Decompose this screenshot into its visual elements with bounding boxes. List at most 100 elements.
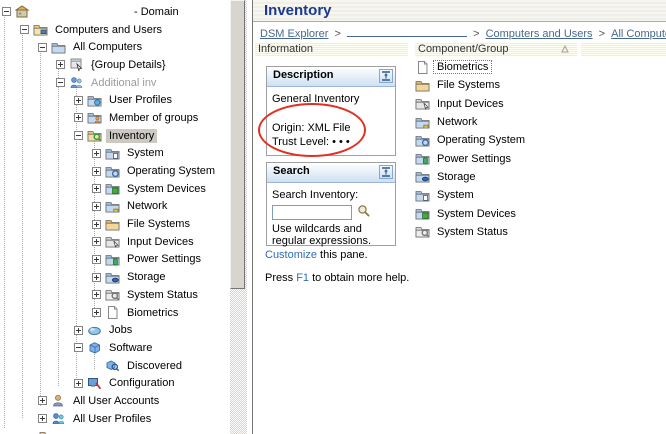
tree-item[interactable]: Biometrics: [0, 304, 230, 322]
tree-item-label[interactable]: All User Profiles: [70, 412, 154, 426]
tree-expander-minus-icon[interactable]: [2, 7, 11, 17]
tree-expander-minus-icon[interactable]: [74, 131, 83, 141]
tree-item-label[interactable]: Biometrics: [124, 306, 181, 320]
help-f1-link[interactable]: F1: [296, 272, 309, 284]
tree-expander-minus-icon[interactable]: [74, 343, 83, 353]
list-item-label[interactable]: Network: [433, 115, 481, 129]
tree-expander-plus-icon[interactable]: [74, 113, 83, 123]
tree-item-label[interactable]: System Devices: [124, 182, 209, 196]
tree-item-label[interactable]: - Domain: [131, 5, 182, 19]
customize-link[interactable]: Customize: [265, 249, 317, 261]
collapse-pane-button[interactable]: [379, 69, 393, 83]
list-item-label[interactable]: Input Devices: [433, 97, 508, 111]
search-magnifier-icon[interactable]: [357, 204, 370, 221]
tree-item[interactable]: Discovered: [0, 357, 230, 375]
tree-item-label[interactable]: All User Accounts: [70, 394, 162, 408]
component-group-column-header[interactable]: Component/Group: [415, 42, 577, 57]
tree-item-label[interactable]: Discovered: [124, 359, 185, 373]
tree-item[interactable]: Network: [0, 198, 230, 216]
list-item-label[interactable]: Storage: [433, 170, 480, 184]
tree-item[interactable]: {Group Details}: [0, 56, 230, 74]
tree-expander-plus-icon[interactable]: [92, 290, 101, 300]
list-item[interactable]: System: [415, 186, 615, 204]
tree-expander-plus-icon[interactable]: [92, 308, 101, 318]
tree-item-label[interactable]: Member of groups: [106, 111, 201, 125]
tree-expander-plus-icon[interactable]: [92, 166, 101, 176]
tree-expander-plus-icon[interactable]: [92, 272, 101, 282]
tree-expander-plus-icon[interactable]: [92, 219, 101, 229]
tree-item[interactable]: File Systems: [0, 215, 230, 233]
tree-item-label[interactable]: Storage: [124, 270, 169, 284]
tree-item[interactable]: Jobs: [0, 321, 230, 339]
tree-scrollbar-thumb[interactable]: [230, 0, 245, 289]
collapse-pane-button[interactable]: [379, 165, 393, 179]
tree-item[interactable]: All Computers: [0, 38, 230, 56]
list-item[interactable]: Storage: [415, 168, 615, 186]
list-item-label[interactable]: Operating System: [433, 133, 529, 147]
breadcrumb-link[interactable]: All Computers: [611, 28, 666, 40]
breadcrumb-link-blank[interactable]: [347, 25, 468, 37]
tree-item[interactable]: [0, 428, 230, 434]
tree-item[interactable]: Configuration: [0, 374, 230, 392]
tree-item[interactable]: Inventory: [0, 127, 230, 145]
tree-item-label[interactable]: All Computers: [70, 40, 145, 54]
tree-item-label[interactable]: Power Settings: [124, 252, 204, 266]
list-item[interactable]: Power Settings: [415, 149, 615, 167]
tree-item-label[interactable]: Input Devices: [124, 235, 197, 249]
tree-item[interactable]: System Devices: [0, 180, 230, 198]
tree-item-label[interactable]: Software: [106, 341, 155, 355]
list-item-label[interactable]: Power Settings: [433, 152, 515, 166]
tree-item-label[interactable]: System: [124, 146, 167, 160]
tree-item[interactable]: - Domain: [0, 3, 230, 21]
search-input[interactable]: [272, 205, 352, 220]
list-item-label[interactable]: File Systems: [433, 78, 504, 92]
tree-item-label[interactable]: Operating System: [124, 164, 218, 178]
tree-item-label[interactable]: Computers and Users: [52, 23, 165, 37]
tree-item[interactable]: All User Profiles: [0, 410, 230, 428]
tree-item[interactable]: All User Accounts: [0, 392, 230, 410]
tree-item-label[interactable]: Additional inv: [88, 76, 159, 90]
tree-item[interactable]: Computers and Users: [0, 21, 230, 39]
tree-item[interactable]: Software: [0, 339, 230, 357]
tree-expander-plus-icon[interactable]: [92, 237, 101, 247]
tree-item[interactable]: User Profiles: [0, 91, 230, 109]
list-item-label[interactable]: System: [433, 188, 478, 202]
tree-item-label[interactable]: System Status: [124, 288, 201, 302]
tree-expander-plus-icon[interactable]: [74, 95, 83, 105]
tree-expander-plus-icon[interactable]: [56, 60, 65, 70]
tree-expander-minus-icon[interactable]: [20, 25, 29, 35]
tree-expander-plus-icon[interactable]: [92, 148, 101, 158]
list-item[interactable]: File Systems: [415, 76, 615, 94]
tree-expander-plus-icon[interactable]: [92, 184, 101, 194]
information-column-header[interactable]: Information: [255, 42, 408, 57]
tree-item-label[interactable]: Configuration: [106, 376, 177, 390]
breadcrumb-link[interactable]: Computers and Users: [486, 28, 593, 40]
tree-item-label[interactable]: Jobs: [106, 323, 135, 337]
tree-scrollbar[interactable]: [230, 0, 247, 434]
tree-item[interactable]: Storage: [0, 268, 230, 286]
tree-item[interactable]: Operating System: [0, 162, 230, 180]
tree-item-label[interactable]: {Group Details}: [88, 58, 169, 72]
tree-expander-plus-icon[interactable]: [38, 414, 47, 424]
tree-expander-plus-icon[interactable]: [74, 325, 83, 335]
list-item[interactable]: Operating System: [415, 131, 615, 149]
tree-item-label[interactable]: User Profiles: [106, 93, 175, 107]
tree-item[interactable]: Power Settings: [0, 251, 230, 269]
tree-item[interactable]: Member of groups: [0, 109, 230, 127]
empty-column-header[interactable]: [581, 42, 666, 57]
list-item[interactable]: System Devices: [415, 204, 615, 222]
list-item[interactable]: Biometrics: [415, 58, 615, 76]
tree-expander-minus-icon[interactable]: [38, 42, 47, 52]
list-item-label[interactable]: System Status: [433, 225, 512, 239]
tree-item[interactable]: Input Devices: [0, 233, 230, 251]
tree-item-label[interactable]: Network: [124, 199, 170, 213]
tree-expander-plus-icon[interactable]: [92, 254, 101, 264]
tree-expander-minus-icon[interactable]: [56, 78, 65, 88]
list-item-label[interactable]: Biometrics: [433, 60, 493, 75]
tree-expander-plus-icon[interactable]: [92, 201, 101, 211]
tree-item[interactable]: Additional inv: [0, 74, 230, 92]
tree-item-label[interactable]: Inventory: [106, 128, 158, 143]
tree-item[interactable]: System: [0, 145, 230, 163]
list-item[interactable]: Input Devices: [415, 95, 615, 113]
tree-item[interactable]: System Status: [0, 286, 230, 304]
